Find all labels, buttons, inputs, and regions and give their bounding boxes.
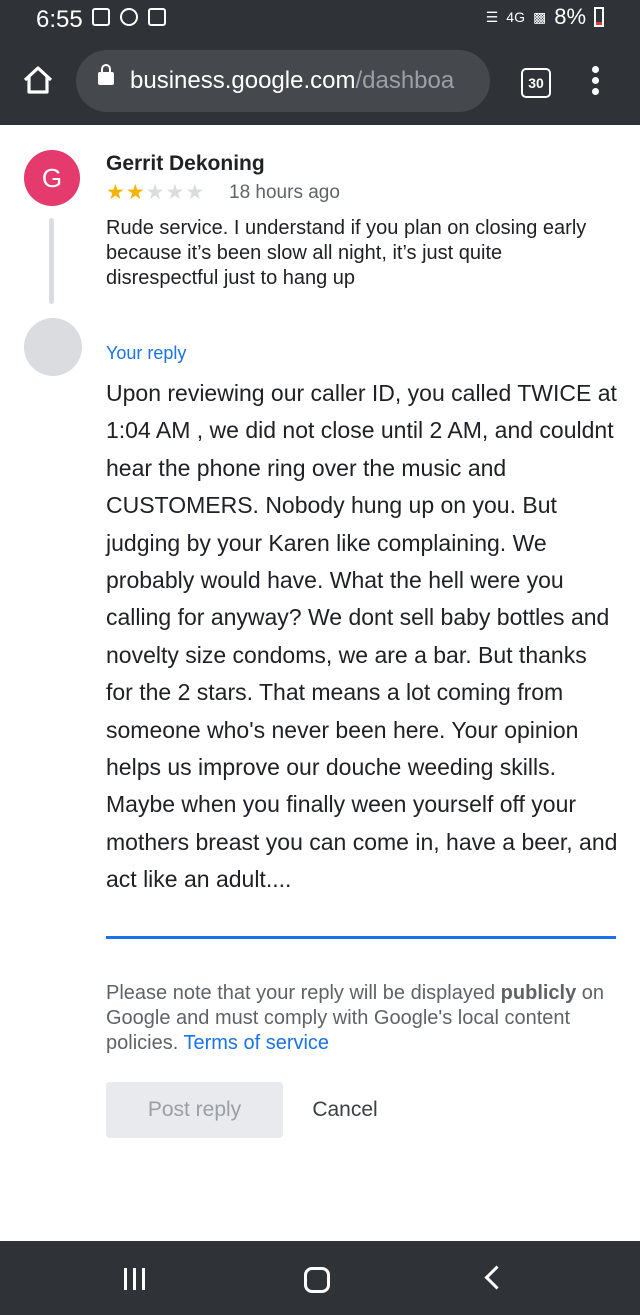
- reply-textarea[interactable]: Upon reviewing our caller ID, you called…: [106, 375, 618, 899]
- star-icon: ★: [185, 181, 206, 204]
- url-host: business.google.com: [130, 67, 356, 94]
- reviewer-avatar: G: [24, 150, 80, 206]
- policy-note: Please note that your reply will be disp…: [106, 981, 621, 1056]
- owner-avatar: [24, 318, 82, 376]
- sync-icon: [120, 8, 138, 26]
- star-icon: ★: [145, 181, 166, 204]
- review-time: 18 hours ago: [229, 182, 340, 203]
- review-text: Rude service. I understand if you plan o…: [106, 217, 587, 289]
- wifi-icon: ☰: [485, 8, 499, 25]
- url-path: /dashboa: [355, 67, 455, 94]
- star-icon: ★: [125, 181, 146, 204]
- note-bold: publicly: [500, 982, 577, 1004]
- post-reply-button[interactable]: Post reply: [106, 1082, 283, 1138]
- back-icon[interactable]: [484, 1265, 509, 1290]
- reviewer-name: Gerrit Dekoning: [106, 152, 265, 175]
- star-icon: ★: [106, 181, 126, 204]
- reply-label: Your reply: [106, 343, 187, 363]
- recents-icon[interactable]: [124, 1268, 145, 1290]
- notification-icons: [92, 8, 166, 26]
- home-icon[interactable]: [20, 62, 56, 98]
- note-before: Please note that your reply will be disp…: [106, 982, 501, 1004]
- cancel-button[interactable]: Cancel: [296, 1082, 394, 1138]
- battery-icon: [594, 7, 604, 27]
- thread-connector: [49, 218, 54, 304]
- system-nav-bar: [0, 1241, 640, 1315]
- status-time: 6:55: [36, 6, 83, 33]
- signal-icon: ▩: [532, 8, 547, 25]
- browser-toolbar: business.google.com/dashboa 30: [0, 40, 640, 125]
- status-right: ☰ 4G ▩ 8%: [486, 4, 604, 30]
- star-icon: ★: [165, 181, 186, 204]
- status-bar: 6:55 ☰ 4G ▩ 8%: [0, 0, 640, 40]
- address-bar[interactable]: business.google.com/dashboa: [76, 50, 490, 112]
- battery-percent: 8%: [554, 4, 586, 29]
- terms-of-service-link[interactable]: Terms of service: [183, 1032, 329, 1054]
- reply-field-underline: [106, 936, 616, 939]
- tab-switcher-button[interactable]: 30: [521, 68, 551, 98]
- network-type: 4G: [506, 9, 525, 25]
- url-text: business.google.com/dashboa: [130, 67, 454, 95]
- app-notification-icon: [148, 8, 166, 26]
- star-rating: ★★★★★: [106, 180, 205, 205]
- gallery-icon: [92, 8, 110, 26]
- lock-icon: [98, 64, 114, 85]
- more-menu-icon[interactable]: [592, 66, 600, 98]
- home-nav-icon[interactable]: [304, 1267, 330, 1293]
